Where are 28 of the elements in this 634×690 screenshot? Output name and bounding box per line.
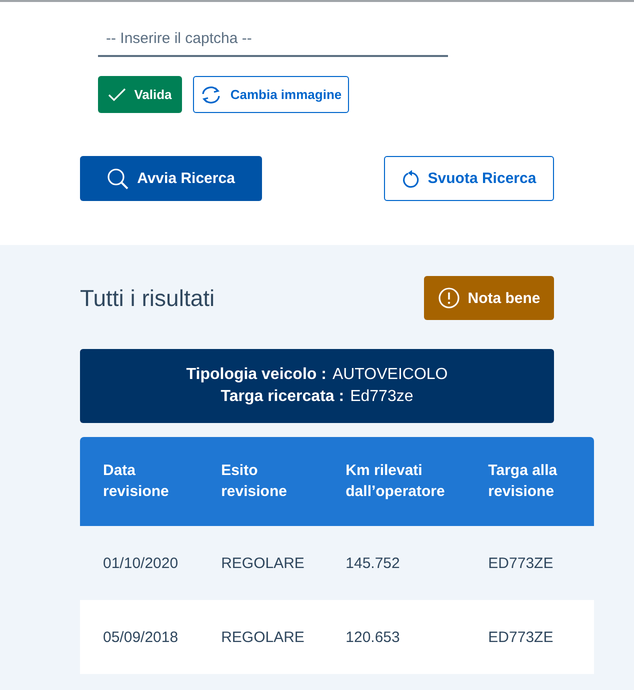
column-header: Esito revisione <box>198 437 323 526</box>
table-cell: REGOLARE <box>198 526 323 600</box>
table-cell: ED773ZE <box>488 600 594 674</box>
summary-label: Tipologia veicolo : <box>186 366 326 384</box>
captcha-field[interactable]: -- Inserire il captcha -- <box>98 26 448 57</box>
search-icon <box>107 168 130 190</box>
table-cell: 145.752 <box>322 526 488 600</box>
refresh-icon <box>200 84 222 104</box>
alert-icon <box>438 287 460 309</box>
table-cell: 05/09/2018 <box>80 600 198 674</box>
column-header: Km rilevati dall’operatore <box>322 437 488 526</box>
summary-value: AUTOVEICOLO <box>332 366 448 384</box>
summary-label: Targa ricercata : <box>220 388 344 406</box>
table-cell: 01/10/2020 <box>80 526 198 600</box>
table-cell: REGOLARE <box>198 600 323 674</box>
search-button[interactable]: Avvia Ricerca <box>80 156 262 201</box>
summary-value: Ed773ze <box>350 388 414 406</box>
note-button[interactable]: Nota bene <box>424 276 554 320</box>
table-cell: ED773ZE <box>488 526 594 600</box>
validate-button[interactable]: Valida <box>98 76 182 113</box>
column-header: Targa alla revisione <box>488 437 594 526</box>
results-title: Tutti i risultati <box>80 284 215 312</box>
reset-icon <box>402 168 420 188</box>
check-icon <box>108 88 126 102</box>
change-image-button[interactable]: Cambia immagine <box>193 76 349 113</box>
clear-search-button[interactable]: Svuota Ricerca <box>384 156 554 201</box>
table-cell: 120.653 <box>322 600 488 674</box>
column-header: Data revisione <box>80 437 198 526</box>
